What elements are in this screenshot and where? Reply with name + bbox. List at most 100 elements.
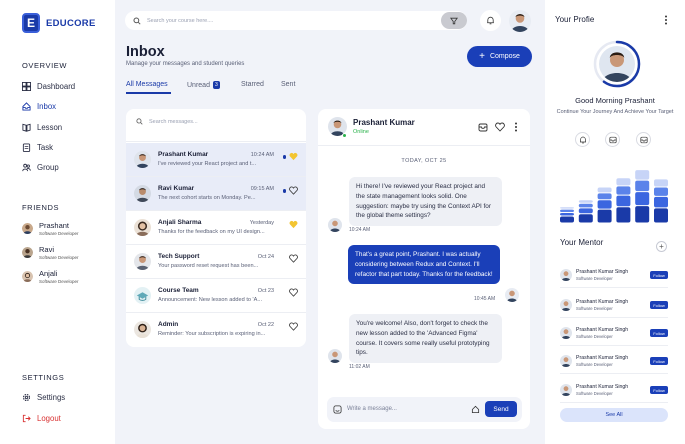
message-row[interactable]: Ravi Kumar The next cohort starts on Mon… bbox=[126, 177, 306, 211]
follow-button[interactable]: Follow bbox=[650, 301, 668, 309]
bar-segment-1-2 bbox=[560, 213, 574, 216]
filter-button[interactable] bbox=[441, 12, 467, 29]
sidebar-item-settings[interactable]: Settings bbox=[22, 393, 65, 402]
bar-segment-5-3 bbox=[635, 180, 650, 192]
active-tab-indicator bbox=[126, 92, 171, 94]
compose-button[interactable]: + Compose bbox=[467, 46, 532, 67]
dashboard-icon bbox=[22, 82, 31, 91]
archive-icon[interactable] bbox=[478, 122, 488, 132]
heart-icon[interactable] bbox=[289, 220, 298, 229]
sidebar-item-label: Dashboard bbox=[37, 82, 76, 91]
friend-name: Ravi bbox=[39, 245, 55, 254]
mentor-role: Software Developer bbox=[576, 391, 613, 396]
avatar bbox=[328, 349, 342, 363]
bar-segment-2-3 bbox=[578, 203, 593, 208]
follow-button[interactable]: Follow bbox=[650, 329, 668, 337]
message-composer[interactable]: Write a message... Send bbox=[327, 397, 522, 422]
heart-icon[interactable] bbox=[289, 254, 298, 263]
course-search[interactable]: Search your course here.... bbox=[125, 11, 467, 30]
message-row[interactable]: Tech Support Your password reset request… bbox=[126, 245, 306, 279]
sidebar-item-lesson[interactable]: Lesson bbox=[22, 123, 62, 132]
message-input[interactable]: Write a message... bbox=[347, 406, 397, 412]
mentor-role: Software Developer bbox=[576, 276, 613, 281]
avatar bbox=[560, 269, 572, 281]
sidebar-item-inbox[interactable]: Inbox bbox=[22, 102, 56, 111]
mentor-role: Software Developer bbox=[576, 334, 613, 339]
message-preview: The next cohort starts on Monday. Pe... bbox=[158, 195, 256, 201]
bar-segment-2-2 bbox=[578, 208, 593, 214]
avatar bbox=[22, 247, 33, 258]
date-separator: TODAY, OCT 25 bbox=[401, 158, 447, 164]
follow-button[interactable]: Follow bbox=[650, 357, 668, 365]
message-preview: I've reviewed your React project and t..… bbox=[158, 161, 257, 167]
friend-item[interactable]: Prashant Software Developer bbox=[22, 221, 79, 236]
profile-message-button[interactable] bbox=[605, 132, 620, 147]
message-row[interactable]: Course Team Announcement: New lesson add… bbox=[126, 279, 306, 313]
emoji-icon[interactable] bbox=[333, 405, 342, 414]
heart-icon[interactable] bbox=[289, 288, 298, 297]
message-time: Yesterday bbox=[249, 220, 274, 226]
avatar bbox=[22, 223, 33, 234]
bar-segment-3-1 bbox=[597, 209, 612, 223]
avatar bbox=[560, 327, 572, 339]
heart-icon[interactable] bbox=[289, 322, 298, 331]
friend-role: Software Developer bbox=[39, 279, 79, 284]
friend-item[interactable]: Ravi Software Developer bbox=[22, 245, 79, 260]
profile-inbox-button[interactable] bbox=[636, 132, 651, 147]
logout-button[interactable]: Logout bbox=[22, 414, 61, 423]
tab-sent[interactable]: Sent bbox=[281, 81, 295, 88]
chat-status: Online bbox=[353, 129, 369, 135]
message-row[interactable]: Anjali Sharma Thanks for the feedback on… bbox=[126, 211, 306, 245]
sidebar-item-group[interactable]: Group bbox=[22, 163, 59, 172]
bar-segment-6-4 bbox=[654, 179, 668, 187]
bar-segment-3-4 bbox=[597, 187, 612, 193]
bar-segment-3-3 bbox=[597, 193, 612, 200]
heart-icon[interactable] bbox=[289, 152, 298, 161]
heart-icon[interactable] bbox=[495, 122, 505, 132]
sidebar-item-task[interactable]: Task bbox=[22, 143, 53, 152]
sidebar-item-dashboard[interactable]: Dashboard bbox=[22, 82, 75, 91]
message-search-input[interactable]: Search messages... bbox=[149, 119, 198, 125]
more-vertical-icon[interactable] bbox=[514, 122, 518, 132]
bar-segment-1-4 bbox=[560, 207, 574, 209]
chat-contact-name: Prashant Kumar bbox=[353, 118, 415, 127]
logo-mark: E bbox=[22, 13, 40, 33]
attachment-icon[interactable] bbox=[471, 405, 480, 414]
sender-name: Anjali Sharma bbox=[158, 219, 202, 226]
avatar bbox=[134, 253, 151, 270]
tab-all-messages[interactable]: All Messages bbox=[126, 81, 168, 88]
profile-notification-button[interactable] bbox=[575, 132, 590, 147]
search-input[interactable]: Search your course here.... bbox=[147, 18, 213, 24]
friend-item[interactable]: Anjali Software Developer bbox=[22, 269, 79, 284]
user-avatar[interactable] bbox=[509, 10, 531, 32]
page-title: Inbox bbox=[126, 44, 165, 60]
message-icon bbox=[608, 136, 617, 143]
see-all-button[interactable]: See All bbox=[560, 408, 668, 422]
tab-starred[interactable]: Starred bbox=[241, 81, 264, 88]
book-icon bbox=[22, 123, 31, 132]
add-mentor-button[interactable]: + bbox=[656, 241, 667, 252]
follow-button[interactable]: Follow bbox=[650, 271, 668, 279]
follow-button[interactable]: Follow bbox=[650, 386, 668, 394]
mentor-row: Prashant Kumar Singh Software Developer Fo… bbox=[560, 352, 668, 374]
bar-segment-4-3 bbox=[616, 186, 631, 195]
heart-icon[interactable] bbox=[289, 186, 298, 195]
progress-bar-chart bbox=[560, 170, 668, 223]
more-vertical-icon[interactable] bbox=[664, 15, 668, 25]
notification-button[interactable] bbox=[480, 10, 501, 31]
sender-name: Prashant Kumar bbox=[158, 151, 209, 158]
gear-icon bbox=[22, 393, 31, 402]
message-search[interactable]: Search messages... bbox=[136, 118, 198, 125]
message-row[interactable]: Admin Reminder: Your subscription is exp… bbox=[126, 313, 306, 347]
bar-segment-4-2 bbox=[616, 195, 631, 207]
bell-icon bbox=[487, 16, 494, 25]
tab-label: Unread bbox=[187, 82, 210, 89]
tab-unread[interactable]: Unread 3 bbox=[187, 81, 220, 89]
message-preview: Your password reset request has been... bbox=[158, 263, 259, 269]
friend-role: Software Developer bbox=[39, 231, 79, 236]
message-row[interactable]: Prashant Kumar I've reviewed your React … bbox=[126, 143, 306, 177]
brand-logo[interactable]: E EDUCORE bbox=[22, 13, 96, 33]
send-button[interactable]: Send bbox=[485, 401, 517, 417]
mentor-name: Prashant Kumar Singh bbox=[576, 327, 629, 333]
mentor-row: Prashant Kumar Singh Software Developer Fo… bbox=[560, 381, 668, 403]
